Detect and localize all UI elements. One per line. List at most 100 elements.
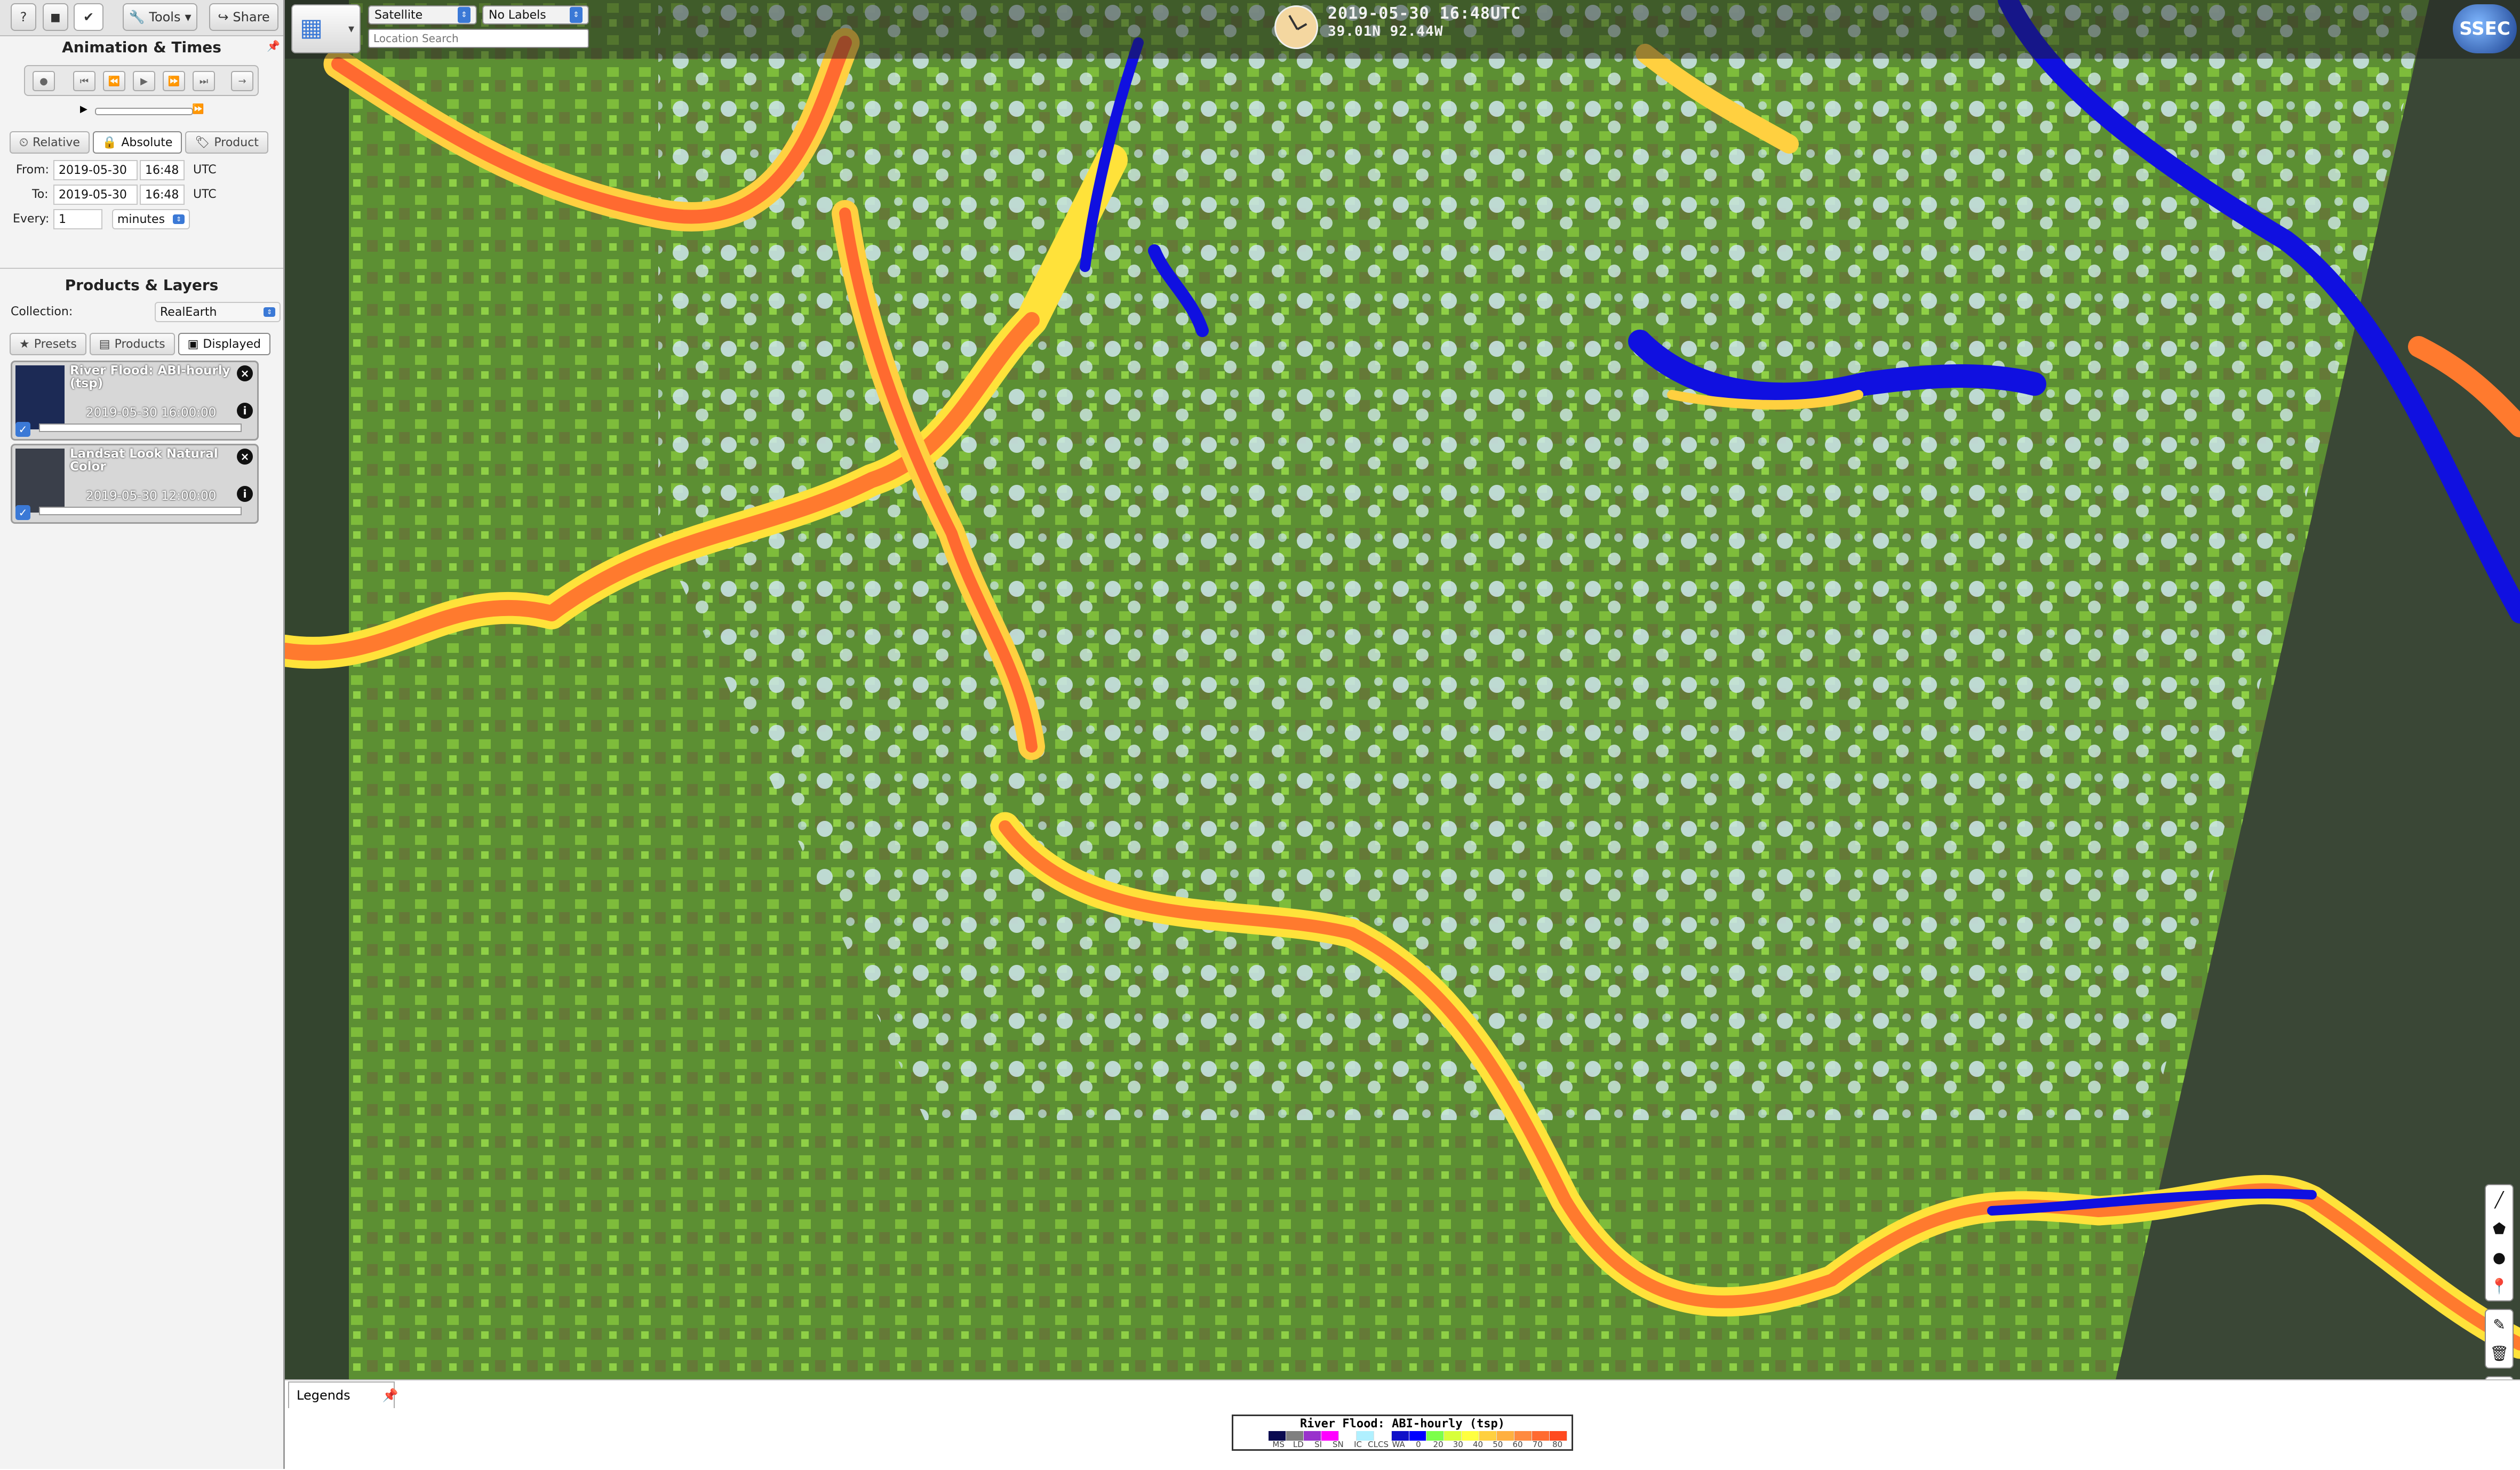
export-button[interactable]: → [231,71,253,91]
star-icon: ★ [19,337,30,351]
edit-tools: ✎ 🗑 [2485,1309,2514,1369]
every-unit-label: minutes [117,212,165,226]
every-label: Every: [13,212,50,226]
product-tabs: ★ Presets ▤ Products ▣ Displayed [10,333,270,355]
satellite-imagery [285,0,2520,1408]
help-label: ? [20,10,27,25]
close-icon[interactable]: × [237,365,253,381]
tools-button[interactable]: 🔧 Tools ▾ [123,3,197,31]
check-button[interactable]: ✔ [74,3,103,31]
chevron-down-icon: ▾ [348,22,354,36]
legends-tab-label: Legends [297,1388,350,1403]
layer-visible-checkbox[interactable]: ✓ [15,505,30,520]
to-time-input[interactable]: 16:48 [140,185,185,205]
clock-hand [1297,23,1307,30]
left-panel: ? ◼ ✔ 🔧 Tools ▾ ↪ Share Animation & Time… [0,0,285,1469]
play-small-icon: ▶ [80,103,87,115]
to-date-input[interactable]: 2019-05-30 [53,185,138,205]
tab-displayed[interactable]: ▣ Displayed [178,333,270,355]
tab-relative-label: Relative [33,135,80,149]
labels-value: No Labels [489,8,546,22]
layer-time: 2019-05-30 12:00:00 [86,489,217,503]
speed-slider[interactable]: ▶ ⏩ [80,103,208,115]
location-search-input[interactable] [368,29,589,48]
share-button[interactable]: ↪ Share [209,3,278,31]
from-date-input[interactable]: 2019-05-30 [53,160,138,180]
tab-relative[interactable]: ⏲ Relative [10,131,90,154]
from-tz-label: UTC [193,163,217,177]
layer-card-river-flood[interactable]: River Flood: ABI-hourly (tsp) 2019-05-30… [11,361,259,441]
trash-icon[interactable]: 🗑 [2485,1339,2514,1368]
legend-label: 50 [1493,1440,1503,1449]
close-icon[interactable]: × [237,449,253,465]
labels-select[interactable]: No Labels ⇕ [482,5,589,25]
tab-products[interactable]: ▤ Products [89,333,175,355]
share-icon: ↪ [218,10,229,25]
step-back-button[interactable]: ⏪ [103,71,125,91]
share-label: Share [233,10,270,25]
layer-visible-checkbox[interactable]: ✓ [15,422,30,437]
lock-icon: 🔒 [102,135,117,149]
to-tz-label: UTC [193,188,217,201]
every-input[interactable]: 1 [53,209,102,229]
circle-tool-icon[interactable]: ● [2485,1243,2514,1272]
loop-button[interactable]: ● [33,71,55,91]
help-button[interactable]: ? [11,3,36,31]
collection-label: Collection: [11,305,73,318]
tab-products-label: Products [114,337,165,351]
play-button[interactable]: ▶ [133,71,155,91]
pin-icon[interactable]: 📌 [382,1388,398,1403]
stop-button[interactable]: ◼ [43,3,68,31]
tab-presets-label: Presets [34,337,77,351]
basemap-value: Satellite [374,8,423,22]
ssec-logo: SSEC [2453,4,2517,53]
step-forward-button[interactable]: ⏩ [163,71,185,91]
tab-displayed-label: Displayed [203,337,261,351]
pin-icon[interactable]: 📌 [267,39,280,52]
grid-icon: ▦ [300,13,323,42]
layer-title: Landsat Look Natural Color [70,447,218,474]
from-time-input[interactable]: 16:48 [140,160,185,180]
map-view[interactable]: ▦ ▾ Satellite ⇕ No Labels ⇕ 2019-05-30 1… [285,0,2520,1408]
opacity-slider[interactable] [39,507,242,515]
line-tool-icon[interactable]: ╱ [2485,1185,2514,1214]
legend-label: LD [1293,1440,1304,1449]
first-frame-button[interactable]: ⏮ [73,71,95,91]
tab-absolute[interactable]: 🔒 Absolute [92,131,182,154]
clock-icon: ⏲ [19,135,29,149]
legend-label: 40 [1473,1440,1484,1449]
info-icon[interactable]: i [237,486,253,502]
select-arrow-icon: ⇕ [458,7,470,23]
every-unit-select[interactable]: minutes ⇕ [112,209,190,229]
legends-tab[interactable]: Legends 📌 [288,1381,398,1408]
from-label: From: [16,163,49,177]
tab-absolute-label: Absolute [121,135,173,149]
clock-icon [1274,5,1318,49]
marker-tool-icon[interactable]: 📍 [2485,1272,2514,1300]
wrench-icon: 🔧 [129,10,145,25]
legend-label: WA [1392,1440,1405,1449]
legend-label: 60 [1512,1440,1523,1449]
tab-presets[interactable]: ★ Presets [10,333,86,355]
draw-tools: ╱ ⬟ ● 📍 [2485,1184,2514,1301]
layer-title: River Flood: ABI-hourly (tsp) [70,364,230,390]
basemap-select[interactable]: Satellite ⇕ [368,5,477,25]
layer-card-landsat[interactable]: Landsat Look Natural Color 2019-05-30 12… [11,444,259,524]
edit-icon[interactable]: ✎ [2485,1310,2514,1339]
legend-label: 30 [1453,1440,1463,1449]
time-mode-tabs: ⏲ Relative 🔒 Absolute 🏷 Product [10,131,268,154]
section-divider [0,268,283,269]
collection-value: RealEarth [160,305,217,319]
last-frame-button[interactable]: ⏭ [193,71,215,91]
tab-product-label: Product [214,135,259,149]
collection-select[interactable]: RealEarth ⇕ [155,302,281,322]
legend-bar: Legends 📌 River Flood: ABI-hourly (tsp) … [285,1379,2520,1470]
polygon-tool-icon[interactable]: ⬟ [2485,1214,2514,1243]
info-icon[interactable]: i [237,403,253,419]
tab-product[interactable]: 🏷 Product [185,131,268,154]
layer-thumbnail [15,365,65,429]
layer-switcher-button[interactable]: ▦ ▾ [291,4,361,53]
fast-forward-icon: ⏩ [192,103,204,115]
opacity-slider[interactable] [39,424,242,432]
tag-icon: 🏷 [195,135,210,149]
